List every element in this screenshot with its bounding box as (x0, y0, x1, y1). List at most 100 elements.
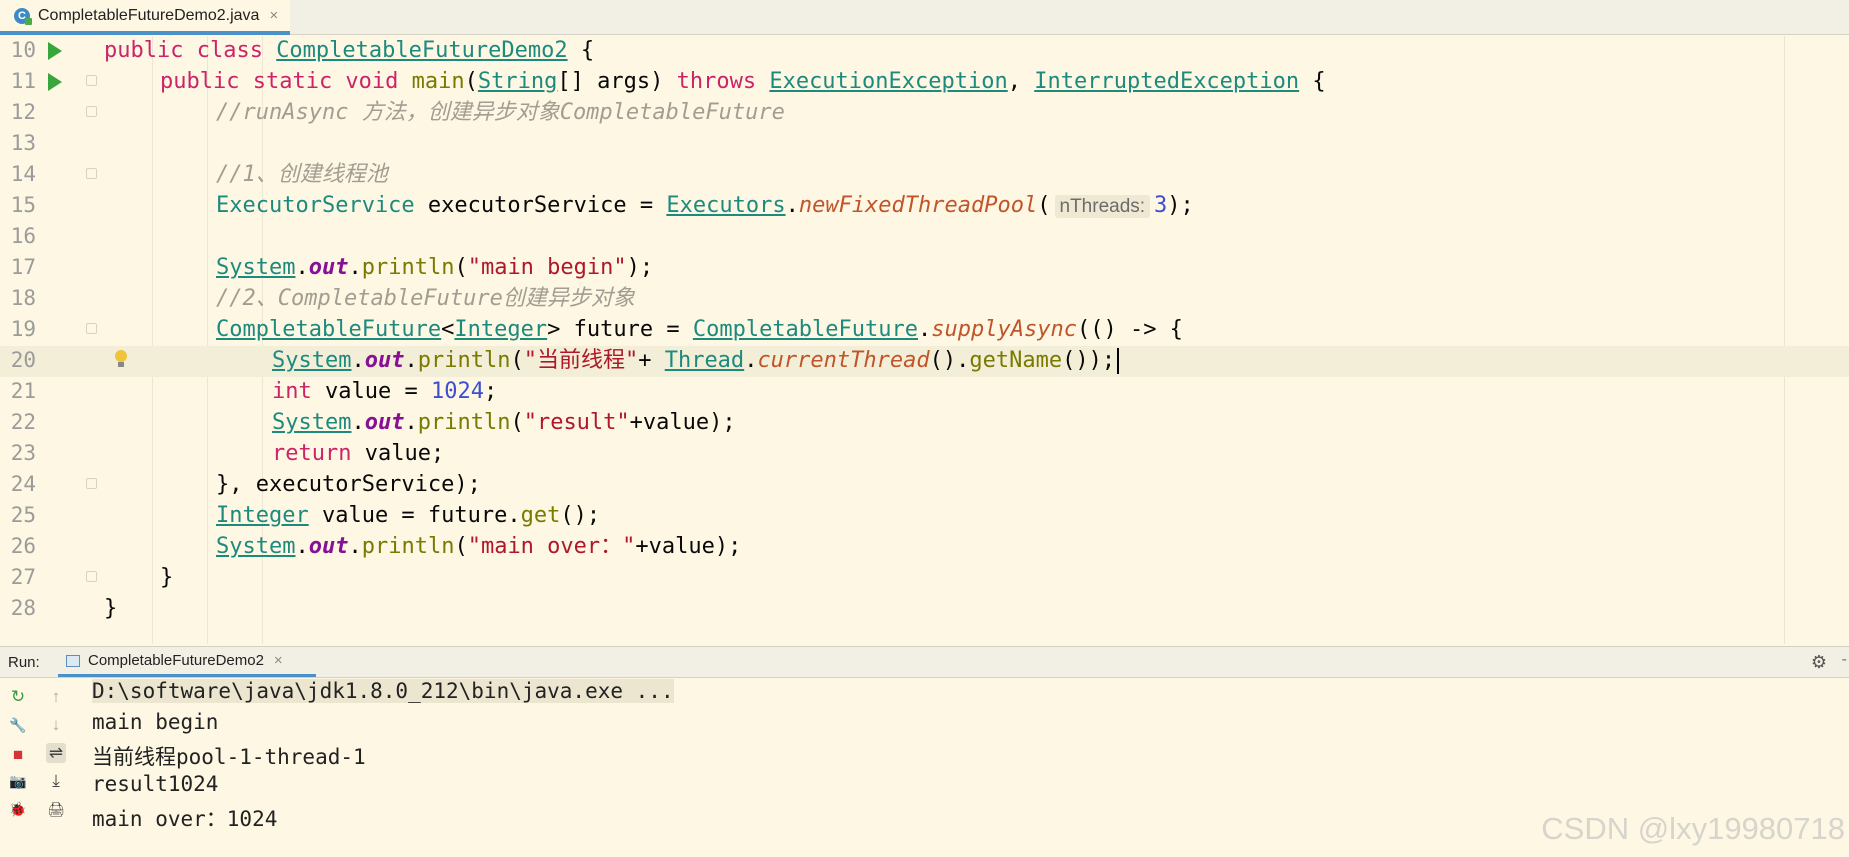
code-token: println (417, 410, 511, 435)
line-number: 27 (10, 565, 36, 589)
down-arrow-icon[interactable]: ↓ (46, 715, 66, 735)
code-line: 18 //2、CompletableFuture创建异步对象 (0, 284, 1849, 315)
scroll-to-end-icon[interactable]: ⤓ (46, 771, 66, 791)
code-token: executorService = (414, 193, 667, 218)
line-number: 20 (10, 348, 36, 372)
code-token: ( (454, 255, 468, 280)
print-icon[interactable]: 🖨 (46, 799, 66, 819)
java-class-icon: C (14, 7, 32, 25)
line-number: 11 (10, 69, 36, 93)
code-token: (); (560, 503, 601, 528)
code-token: value; (364, 441, 445, 466)
fold-icon[interactable] (86, 75, 97, 86)
line-number: 15 (10, 193, 36, 217)
code-token: String (477, 69, 558, 94)
code-token: . (295, 255, 309, 280)
close-run-tab-icon[interactable]: × (274, 652, 283, 669)
code-token: Executors (666, 193, 786, 218)
code-token: ( (454, 534, 468, 559)
code-token: [] args) (557, 69, 677, 94)
code-line: 12 //runAsync 方法，创建异步对象CompletableFuture (0, 98, 1849, 129)
code-token: . (918, 317, 932, 342)
code-editor[interactable]: 10 public class CompletableFutureDemo2 {… (0, 36, 1849, 644)
code-line: 13 (0, 129, 1849, 160)
run-tab-label: CompletableFutureDemo2 (88, 652, 264, 669)
line-number: 28 (10, 596, 36, 620)
code-line: 14 //1、创建线程池 (0, 160, 1849, 191)
code-token: System (216, 534, 296, 559)
run-toolbar-right: ↑ ↓ ⇌ ⤓ 🖨 (38, 679, 72, 857)
code-comment: //1、创建线程池 (216, 162, 388, 187)
code-token: value = future. (308, 503, 521, 528)
line-number: 17 (10, 255, 36, 279)
code-token: } (160, 565, 174, 590)
line-number: 23 (10, 441, 36, 465)
code-token: . (295, 534, 309, 559)
close-tab-icon[interactable]: × (269, 7, 278, 24)
up-arrow-icon[interactable]: ↑ (46, 687, 66, 707)
code-token: getName (969, 348, 1063, 373)
run-class-icon[interactable] (48, 42, 62, 60)
code-token: InterruptedException (1034, 69, 1300, 94)
console-line: result1024 (92, 772, 219, 796)
tab-filename: CompletableFutureDemo2.java (38, 6, 260, 24)
parameter-hint: nThreads: (1054, 195, 1151, 218)
camera-icon[interactable]: 📷 (8, 771, 28, 791)
code-token: . (348, 255, 362, 280)
fold-icon[interactable] (86, 478, 97, 489)
code-token: Integer (454, 317, 548, 342)
line-number: 18 (10, 286, 36, 310)
line-number: 25 (10, 503, 36, 527)
line-number: 26 (10, 534, 36, 558)
code-token: . (351, 348, 365, 373)
code-token: ( (464, 69, 478, 94)
hide-icon[interactable]: - (1842, 651, 1847, 669)
run-main-icon[interactable] (48, 73, 62, 91)
code-token: { (567, 38, 595, 63)
rerun-icon[interactable]: ↻ (8, 687, 28, 707)
code-token: (() -> { (1076, 317, 1183, 342)
code-line: 25 Integer value = future.get(); (0, 501, 1849, 532)
fold-icon[interactable] (86, 106, 97, 117)
editor-tab-completablefuturedemo2[interactable]: C CompletableFutureDemo2.java × (0, 0, 290, 35)
code-token: (). (929, 348, 970, 373)
line-number: 10 (10, 38, 36, 62)
fold-icon[interactable] (86, 323, 97, 334)
code-token: < (441, 317, 455, 342)
code-token: }, executorService); (216, 472, 481, 497)
code-line: 28 } (0, 594, 1849, 625)
fold-icon[interactable] (86, 168, 97, 179)
code-token: . (351, 410, 365, 435)
code-token: System (216, 255, 296, 280)
gear-icon[interactable]: ⚙ (1811, 652, 1827, 673)
line-number: 13 (10, 131, 36, 155)
code-line: 21 int value = 1024; (0, 377, 1849, 408)
code-token: ExecutionException (769, 69, 1008, 94)
code-line: 17 System.out.println("main begin"); (0, 253, 1849, 284)
code-line: 27 } (0, 563, 1849, 594)
debug-icon[interactable]: 🐞 (8, 799, 28, 819)
soft-wrap-icon[interactable]: ⇌ (46, 743, 66, 763)
line-number: 14 (10, 162, 36, 186)
code-line: 19 CompletableFuture<Integer> future = C… (0, 315, 1849, 346)
code-token: ( (1037, 193, 1051, 218)
code-token: println (361, 534, 455, 559)
code-token: + (638, 348, 665, 373)
fold-icon[interactable] (86, 571, 97, 582)
wrench-icon[interactable]: 🔧 (8, 715, 28, 735)
code-token: ; (483, 379, 498, 404)
line-number: 16 (10, 224, 36, 248)
code-token: > future = (547, 317, 693, 342)
code-line: 23 return value; (0, 439, 1849, 470)
code-token: out (308, 255, 349, 280)
console-line: main over：1024 (92, 807, 278, 831)
code-line: 16 (0, 222, 1849, 253)
code-token: . (785, 193, 799, 218)
code-token: CompletableFuture (216, 317, 442, 342)
run-tab-completablefuturedemo2[interactable]: CompletableFutureDemo2 × (58, 647, 316, 677)
code-token: 3 (1154, 193, 1168, 218)
stop-icon[interactable]: ■ (8, 745, 28, 765)
code-token: System (272, 410, 352, 435)
lightbulb-icon[interactable] (114, 350, 128, 367)
code-token: "main over：" (467, 534, 636, 559)
